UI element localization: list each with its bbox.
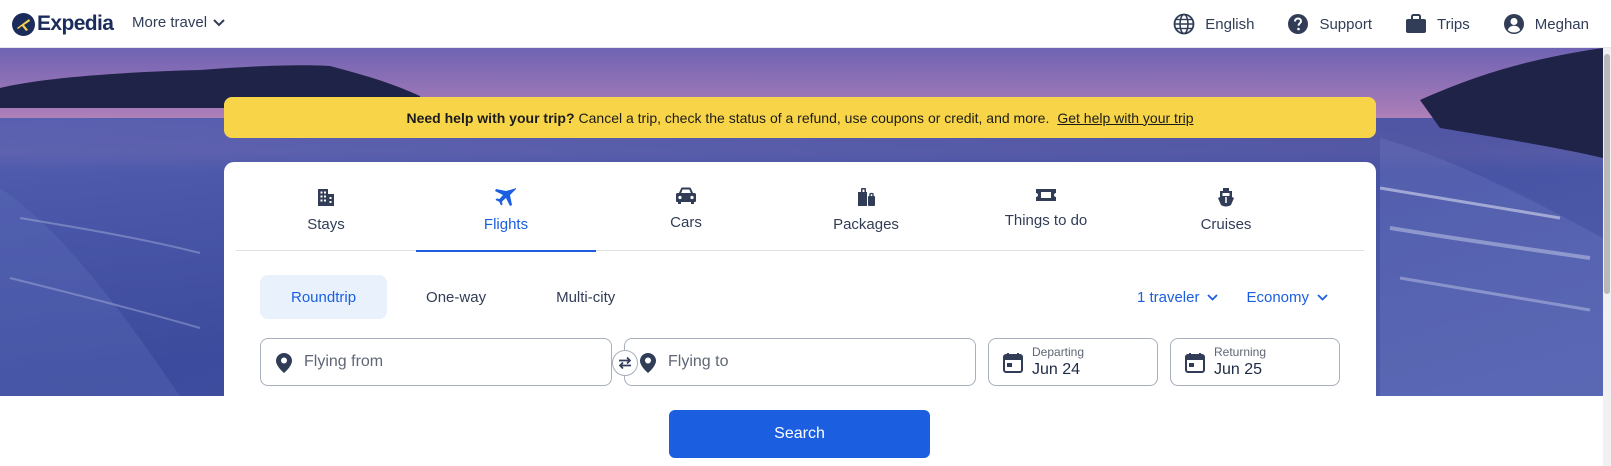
more-travel-label: More travel [132,14,208,31]
support-button[interactable]: Support [1287,11,1372,37]
calendar-icon [1185,353,1205,373]
flying-from-placeholder: Flying from [304,353,384,370]
banner-text: Cancel a trip, check the status of a ref… [578,109,1050,126]
ship-icon [1218,188,1234,207]
departing-value: Jun 24 [1032,361,1081,378]
multi-city-option[interactable]: Multi-city [525,275,646,319]
lob-tabs: Stays Flights Cars Packages Things to do… [236,162,1364,252]
expedia-logo-icon [12,12,35,36]
tab-stays-label: Stays [307,216,345,233]
tab-packages-label: Packages [833,216,899,233]
language-button[interactable]: English [1173,11,1254,37]
ticket-icon [1036,189,1056,201]
tab-stays[interactable]: Stays [236,162,416,251]
travelers-label: 1 traveler [1136,288,1200,306]
language-label: English [1205,15,1255,33]
flying-to-field[interactable]: Flying to [624,338,976,386]
calendar-icon [1003,353,1023,373]
trips-button[interactable]: Trips [1405,11,1470,37]
building-icon [318,189,334,206]
tab-flights-label: Flights [483,216,529,233]
page-scrollbar[interactable] [1603,48,1611,466]
brand-name: Expedia [37,12,114,35]
expedia-logo[interactable]: Expedia [12,9,114,39]
flying-to-placeholder: Flying to [668,353,729,370]
tab-flights[interactable]: Flights [416,162,596,252]
returning-date-field[interactable]: Returning Jun 25 [1170,338,1340,386]
flight-options: 1 traveler Economy [1109,275,1328,319]
location-pin-icon [640,353,656,373]
help-icon [1288,14,1309,34]
flying-from-field[interactable]: Flying from [260,338,612,386]
support-label: Support [1319,15,1372,33]
help-banner: Need help with your trip? Cancel a trip,… [224,97,1376,138]
tab-things-to-do-label: Things to do [1004,212,1088,229]
car-icon [676,187,696,204]
chevron-down-icon [213,18,225,26]
roundtrip-option[interactable]: Roundtrip [260,275,388,319]
tab-cruises-label: Cruises [1200,216,1252,233]
account-button[interactable]: Meghan [1503,11,1589,37]
departing-date-field[interactable]: Departing Jun 24 [988,338,1158,386]
trips-label: Trips [1437,15,1470,33]
returning-value: Jun 25 [1214,361,1263,378]
trip-type-selector: Roundtrip One-way Multi-city [260,275,654,319]
top-header: Expedia More travel English Support Trip… [0,0,1611,48]
swap-airports-button[interactable] [612,350,638,376]
returning-label: Returning [1214,345,1267,359]
plane-icon [495,187,517,206]
tab-packages[interactable]: Packages [776,162,956,251]
tab-cars[interactable]: Cars [596,162,776,251]
location-pin-icon [276,353,292,373]
one-way-option[interactable]: One-way [395,275,517,319]
packages-icon [858,188,875,206]
search-form-card: Stays Flights Cars Packages Things to do… [224,162,1376,396]
more-travel-menu[interactable]: More travel [132,14,225,31]
chevron-down-icon [1207,293,1219,301]
globe-icon [1173,13,1195,35]
account-label: Meghan [1534,15,1589,33]
tab-cruises[interactable]: Cruises [1136,162,1316,251]
briefcase-icon [1406,14,1426,33]
banner-heading: Need help with your trip? [406,109,575,126]
swap-arrows-icon [618,356,632,370]
travelers-dropdown[interactable]: 1 traveler [1137,289,1219,306]
header-nav: English Support Trips Meghan [1140,11,1589,37]
chevron-down-icon [1317,293,1328,301]
cabin-class-label: Economy [1246,288,1309,306]
scrollbar-thumb[interactable] [1604,54,1610,294]
search-button[interactable]: Search [669,410,930,458]
cabin-class-dropdown[interactable]: Economy [1246,289,1328,306]
departing-label: Departing [1032,345,1085,359]
account-icon [1503,14,1524,34]
get-help-link[interactable]: Get help with your trip [1057,110,1193,126]
tab-cars-label: Cars [670,214,702,231]
tab-things-to-do[interactable]: Things to do [956,162,1136,251]
